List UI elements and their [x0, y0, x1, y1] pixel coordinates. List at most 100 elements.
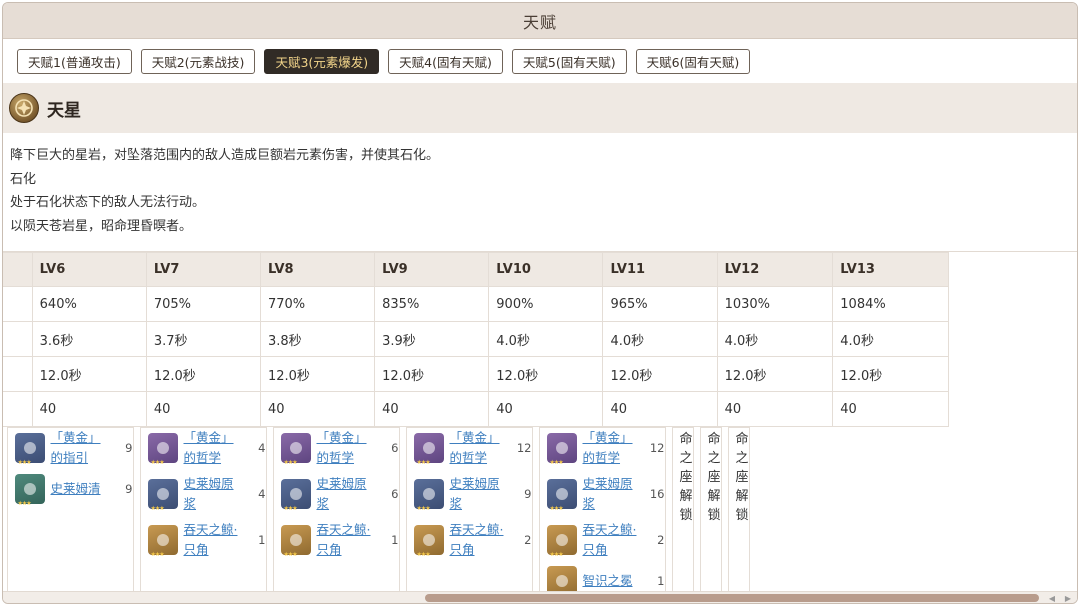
slime-concentrate-icon[interactable] [413, 479, 444, 512]
material-item[interactable]: 吞天之鲸·只角 2 [546, 520, 665, 560]
table-cell: 12.0秒 [488, 356, 604, 392]
table-row: 40 40 40 40 40 40 40 40 [3, 391, 949, 427]
tab-talent-4[interactable]: 天赋4(固有天赋) [388, 48, 503, 74]
table-row: 3.6秒 3.7秒 3.8秒 3.9秒 4.0秒 4.0秒 4.0秒 4.0秒 [3, 321, 949, 357]
tab-talent-2[interactable]: 天赋2(元素战技) [140, 48, 256, 74]
materials-cell: 「黄金」的哲学 4 史莱姆原浆 4 吞天之鲸·只角 1 [139, 427, 267, 593]
philosophy-book-icon[interactable] [147, 433, 178, 466]
table-cell: 3.9秒 [374, 321, 490, 357]
tab-talent-1[interactable]: 天赋1(普通攻击) [17, 48, 132, 74]
philosophy-book-icon[interactable] [413, 433, 444, 466]
material-item[interactable]: 「黄金」的哲学 12 [413, 428, 532, 468]
description-line: 降下巨大的星岩，对坠落范围内的敌人造成巨额岩元素伤害，并使其石化。 [10, 148, 440, 163]
material-count: 2 [524, 533, 532, 547]
material-name-link[interactable]: 「黄金」的哲学 [583, 428, 645, 468]
material-name-link[interactable]: 智识之冕 [583, 571, 645, 591]
material-name-link[interactable]: 吞天之鲸·只角 [317, 520, 379, 560]
material-item[interactable]: 智识之冕 1 [546, 566, 665, 593]
guide-book-icon[interactable] [14, 433, 45, 466]
table-cell: 12.0秒 [374, 356, 490, 392]
table-header-row: LV5LV6LV7LV8LV9LV10LV11LV12LV13 [3, 252, 949, 287]
tab-talent-3[interactable]: 天赋3(元素爆发) [264, 48, 380, 74]
material-list: 「黄金」的哲学 12 史莱姆原浆 9 吞天之鲸·只角 2 [413, 428, 532, 560]
table-cell: 3.6秒 [31, 321, 147, 357]
slime-secretions-icon[interactable] [14, 474, 45, 507]
scroll-right-arrow-icon[interactable]: ▶ [1061, 592, 1075, 603]
level-header: LV7 [145, 252, 261, 287]
material-item[interactable]: 「黄金」的指引 9 [14, 428, 133, 468]
material-count: 12 [649, 441, 665, 455]
level-header: LV11 [602, 252, 718, 287]
table-cell: 40 [488, 391, 604, 427]
material-count: 9 [125, 482, 133, 496]
slime-concentrate-icon[interactable] [147, 479, 178, 512]
material-name-link[interactable]: 「黄金」的哲学 [317, 428, 379, 468]
philosophy-book-icon[interactable] [280, 433, 311, 466]
philosophy-book-icon[interactable] [546, 433, 577, 466]
material-name-link[interactable]: 史莱姆原浆 [184, 474, 246, 514]
material-name-link[interactable]: 「黄金」的哲学 [450, 428, 512, 468]
table-cell: 4.0秒 [602, 321, 718, 357]
material-name-link[interactable]: 吞天之鲸·只角 [583, 520, 645, 560]
tab-talent-5[interactable]: 天赋5(固有天赋) [511, 48, 627, 74]
materials-cell: 命之座解锁 [699, 427, 722, 593]
materials-cell: 「黄金」的哲学 12 史莱姆原浆 9 吞天之鲸·只角 2 [405, 427, 533, 593]
whale-horn-icon[interactable] [280, 525, 311, 558]
skill-header: 天星 [3, 83, 1077, 133]
table-cell: 40 [602, 391, 718, 427]
level-header: LV10 [488, 252, 604, 287]
material-item[interactable]: 史莱姆原浆 16 [546, 474, 665, 514]
material-item[interactable]: 「黄金」的哲学 12 [546, 428, 665, 468]
crown-icon[interactable] [546, 566, 577, 593]
materials-cell: 「黄金」的指引 9 史莱姆清 9 [6, 427, 134, 593]
material-name-link[interactable]: 「黄金」的哲学 [184, 428, 246, 468]
material-item[interactable]: 史莱姆清 9 [14, 474, 133, 507]
slime-concentrate-icon[interactable] [546, 479, 577, 512]
table-cell: 4.0秒 [832, 321, 949, 357]
material-list: 「黄金」的哲学 12 史莱姆原浆 16 吞天之鲸·只角 2 智识之冕 1 [546, 428, 665, 593]
material-item[interactable]: 「黄金」的哲学 4 [147, 428, 266, 468]
material-item[interactable]: 吞天之鲸·只角 1 [280, 520, 399, 560]
table-cell [3, 286, 33, 322]
material-item[interactable]: 史莱姆原浆 9 [413, 474, 532, 514]
material-count: 1 [391, 533, 399, 547]
material-name-link[interactable]: 吞天之鲸·只角 [450, 520, 512, 560]
whale-horn-icon[interactable] [147, 525, 178, 558]
description-line: 石化 [10, 171, 37, 187]
material-name-link[interactable]: 「黄金」的指引 [51, 428, 113, 468]
table-cell: 3.7秒 [145, 321, 261, 357]
whale-horn-icon[interactable] [413, 525, 444, 558]
table-row: 12.0秒 12.0秒 12.0秒 12.0秒 12.0秒 12.0秒 12.0秒 12.0秒 [3, 356, 949, 392]
material-item[interactable]: 「黄金」的哲学 6 [280, 428, 399, 468]
scroll-left-arrow-icon[interactable]: ◀ [1045, 592, 1059, 603]
material-name-link[interactable]: 吞天之鲸·只角 [184, 520, 246, 560]
material-item[interactable]: 吞天之鲸·只角 2 [413, 520, 532, 560]
level-header: LV13 [832, 252, 949, 287]
table-cell: 12.0秒 [602, 356, 718, 392]
material-count: 16 [649, 487, 665, 501]
level-header: LV6 [31, 252, 147, 287]
table-cell: 12.0秒 [832, 356, 949, 392]
material-list: 「黄金」的指引 9 史莱姆清 9 [14, 428, 133, 507]
table-cell: 12.0秒 [716, 356, 834, 392]
material-item[interactable]: 史莱姆原浆 4 [147, 474, 266, 514]
horizontal-scrollbar[interactable]: ◀ ▶ [3, 591, 1077, 603]
material-item[interactable]: 史莱姆原浆 6 [280, 474, 399, 514]
material-count: 9 [125, 441, 133, 455]
tab-talent-6[interactable]: 天赋6(固有天赋) [635, 48, 751, 74]
locked-label: 命之座解锁 [735, 432, 749, 523]
table-cell: 705% [145, 286, 261, 322]
slime-concentrate-icon[interactable] [280, 479, 311, 512]
material-name-link[interactable]: 史莱姆原浆 [450, 474, 512, 514]
materials-cell: 「黄金」的哲学 6 史莱姆原浆 6 吞天之鲸·只角 1 [272, 427, 400, 593]
scrollbar-thumb[interactable] [425, 594, 1039, 602]
material-name-link[interactable]: 史莱姆原浆 [317, 474, 379, 514]
level-table: LV5LV6LV7LV8LV9LV10LV11LV12LV13 640%705%… [3, 252, 949, 593]
table-cell [3, 321, 33, 357]
material-name-link[interactable]: 史莱姆原浆 [583, 474, 645, 514]
table-cell: 40 [716, 391, 834, 427]
material-item[interactable]: 吞天之鲸·只角 1 [147, 520, 266, 560]
whale-horn-icon[interactable] [546, 525, 577, 558]
table-cell: 1084% [832, 286, 949, 322]
material-name-link[interactable]: 史莱姆清 [51, 479, 113, 499]
